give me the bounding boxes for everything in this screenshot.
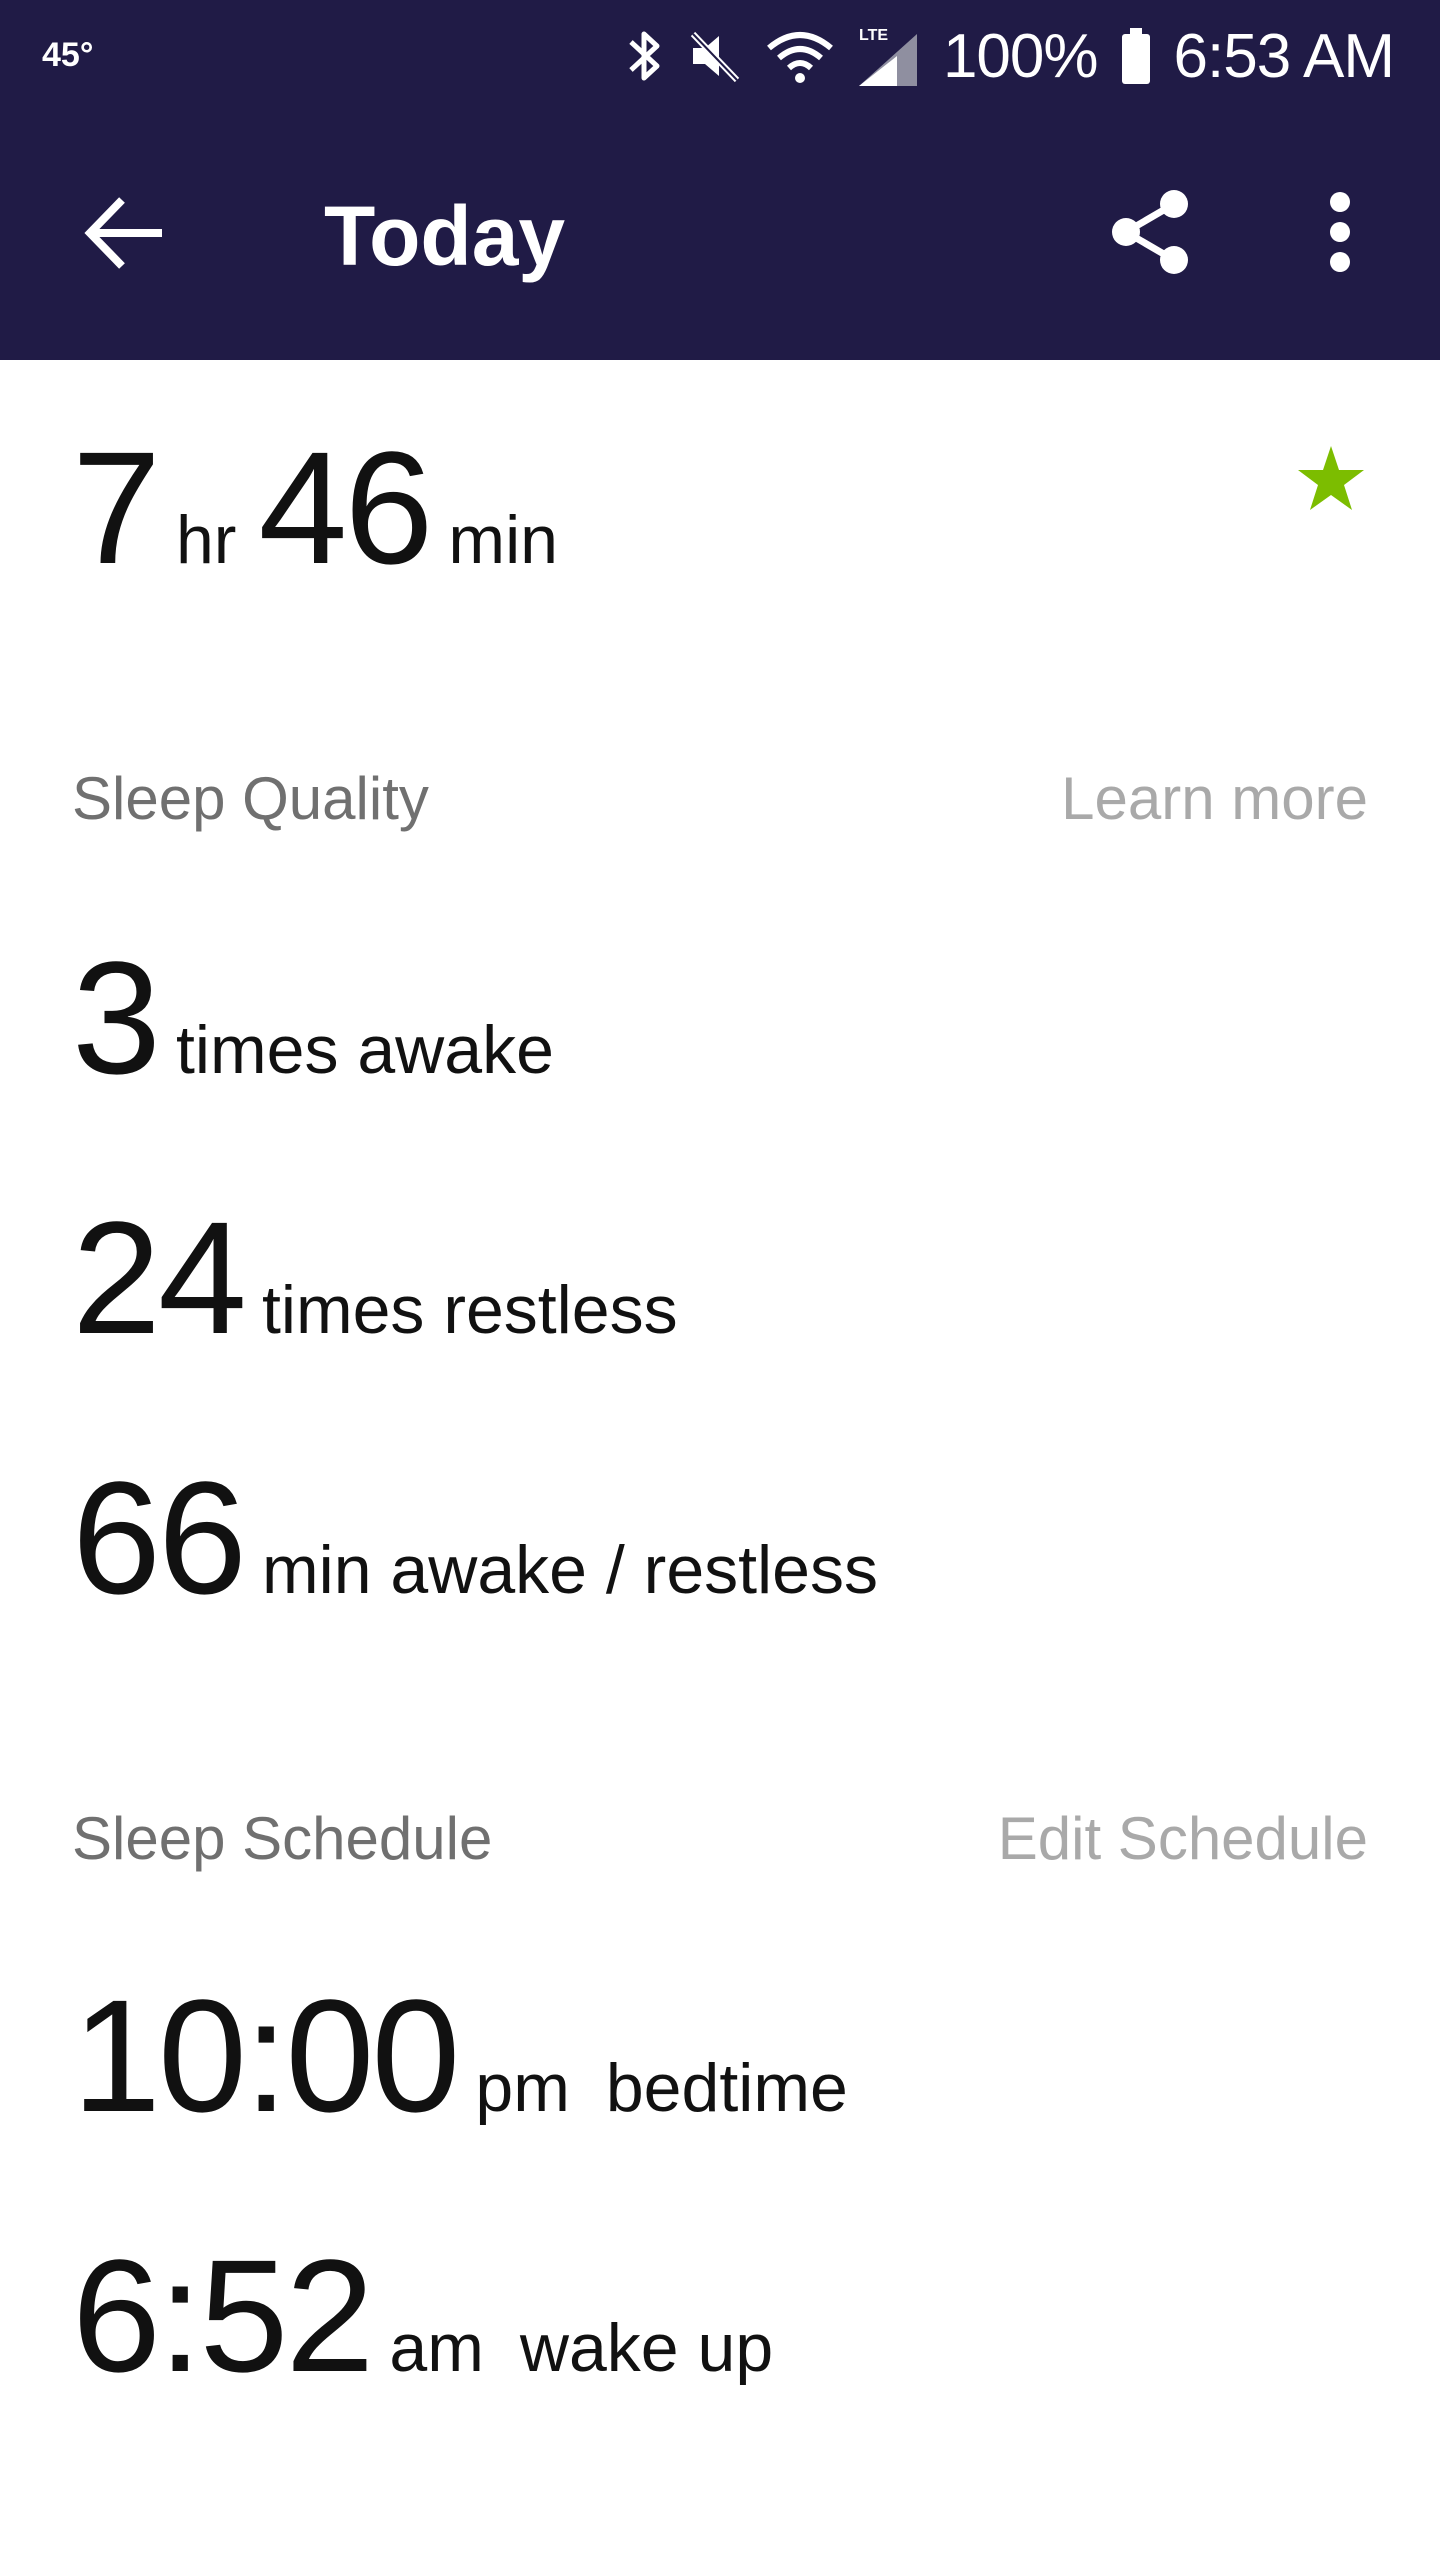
status-temperature: 45°: [42, 36, 94, 74]
section-title: Sleep Quality: [72, 765, 429, 832]
schedule-time: 6:52: [72, 2226, 374, 2405]
stat-row: 24 times restless: [72, 1198, 678, 1358]
stat-value: 3: [72, 928, 161, 1107]
sleep-hours: 7: [72, 418, 161, 597]
total-sleep: 7 hr 46 min: [72, 428, 558, 588]
stat-value: 24: [72, 1188, 247, 1367]
sleep-details: 7 hr 46 min Sleep Quality Learn more 3 t…: [0, 360, 1440, 2560]
schedule-period: am: [389, 2310, 484, 2386]
bluetooth-icon: [625, 26, 665, 86]
status-bar: 45° LTE 100% 6:53 AM: [0, 0, 1440, 112]
sleep-hours-unit: hr: [175, 502, 237, 578]
sleep-minutes-unit: min: [448, 502, 558, 578]
arrow-back-icon: [80, 197, 170, 282]
lte-signal-icon: LTE: [857, 24, 921, 88]
stat-label: times awake: [175, 1012, 554, 1088]
status-time: 6:53 AM: [1173, 21, 1395, 91]
section-title: Sleep Schedule: [72, 1805, 493, 1872]
schedule-time: 10:00: [72, 1966, 460, 2145]
stat-row: 66 min awake / restless: [72, 1458, 878, 1618]
page-title: Today: [324, 189, 566, 283]
stat-value: 66: [72, 1448, 247, 1627]
mute-icon: [687, 26, 743, 86]
wakeup-row: 6:52 am wake up: [72, 2236, 773, 2396]
schedule-label: wake up: [519, 2310, 774, 2386]
sleep-minutes: 46: [258, 418, 433, 597]
wifi-icon: [765, 26, 835, 86]
share-icon: [1102, 190, 1198, 284]
stat-label: times restless: [261, 1272, 678, 1348]
sleep-schedule-header: Sleep Schedule Edit Schedule: [72, 1804, 1368, 1873]
learn-more-link[interactable]: Learn more: [1061, 764, 1368, 833]
schedule-label: bedtime: [605, 2050, 848, 2126]
status-icons: LTE 100% 6:53 AM: [625, 18, 1395, 94]
app-toolbar: Today: [0, 112, 1440, 360]
battery-percent: 100%: [942, 21, 1099, 91]
overflow-menu-button[interactable]: [1314, 184, 1366, 280]
share-button[interactable]: [1102, 184, 1198, 280]
battery-icon: [1120, 26, 1152, 86]
sleep-quality-header: Sleep Quality Learn more: [72, 764, 1368, 833]
bedtime-row: 10:00 pm bedtime: [72, 1976, 848, 2136]
stat-row: 3 times awake: [72, 938, 554, 1098]
edit-schedule-link[interactable]: Edit Schedule: [998, 1804, 1368, 1873]
star-icon: [1296, 444, 1366, 514]
back-button[interactable]: [80, 188, 170, 278]
more-vert-icon: [1314, 192, 1366, 284]
stat-label: min awake / restless: [261, 1532, 878, 1608]
svg-text:LTE: LTE: [859, 27, 888, 44]
schedule-period: pm: [475, 2050, 570, 2126]
